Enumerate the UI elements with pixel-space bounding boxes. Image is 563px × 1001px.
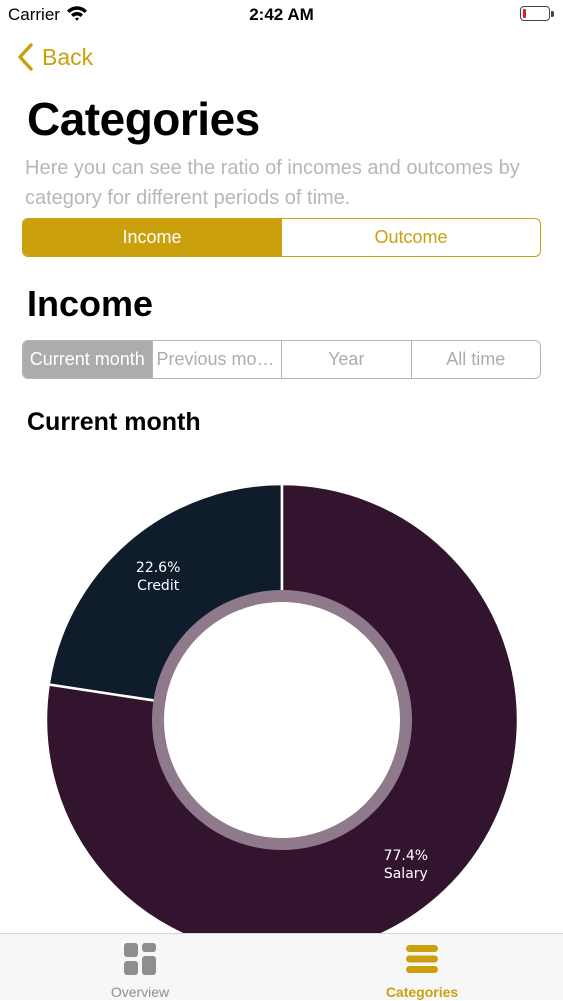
segment-year-label: Year bbox=[328, 349, 365, 369]
donut-chart: 22.6% Credit 77.4% Salary bbox=[44, 482, 520, 934]
chevron-left-icon bbox=[18, 43, 33, 71]
battery-icon bbox=[520, 6, 554, 21]
segment-all-time-label: All time bbox=[446, 349, 506, 369]
tab-bar: Overview Categories bbox=[0, 933, 563, 1000]
list-icon bbox=[406, 945, 438, 973]
slice-category-label: Credit bbox=[137, 578, 180, 594]
grid-icon bbox=[124, 943, 156, 975]
segment-previous-month-label: Previous month bbox=[156, 349, 278, 369]
tab-categories[interactable]: Categories bbox=[352, 934, 492, 1001]
status-time: 2:42 AM bbox=[249, 5, 314, 24]
segment-year[interactable]: Year bbox=[281, 341, 411, 378]
slice-category-label: Salary bbox=[384, 866, 428, 882]
donut-hole bbox=[164, 602, 400, 838]
segment-income[interactable]: Income bbox=[23, 219, 281, 256]
segment-previous-month[interactable]: Previous month bbox=[151, 341, 282, 378]
page-description: Here you can see the ratio of incomes an… bbox=[25, 157, 520, 209]
section-title: Income bbox=[27, 283, 154, 324]
slice-percent-label: 22.6% bbox=[136, 560, 180, 576]
segment-current-month[interactable]: Current month bbox=[23, 341, 152, 378]
slice-percent-label: 77.4% bbox=[384, 848, 428, 864]
segment-all-time[interactable]: All time bbox=[410, 341, 541, 378]
segment-current-month-label: Current month bbox=[29, 349, 145, 369]
tab-overview-label: Overview bbox=[110, 984, 170, 1000]
chart-title: Current month bbox=[27, 408, 201, 436]
page-title: Categories bbox=[27, 93, 260, 145]
status-bar: Carrier 2:42 AM bbox=[0, 0, 563, 30]
tab-categories-label: Categories bbox=[385, 984, 459, 1000]
period-segmented-control: Current month Previous month Year All ti… bbox=[22, 340, 541, 379]
tab-overview[interactable]: Overview bbox=[70, 934, 210, 1001]
segment-outcome[interactable]: Outcome bbox=[281, 219, 540, 256]
back-label: Back bbox=[42, 43, 94, 70]
type-segmented-control: Income Outcome bbox=[22, 218, 541, 257]
back-button[interactable]: Back bbox=[14, 40, 93, 74]
